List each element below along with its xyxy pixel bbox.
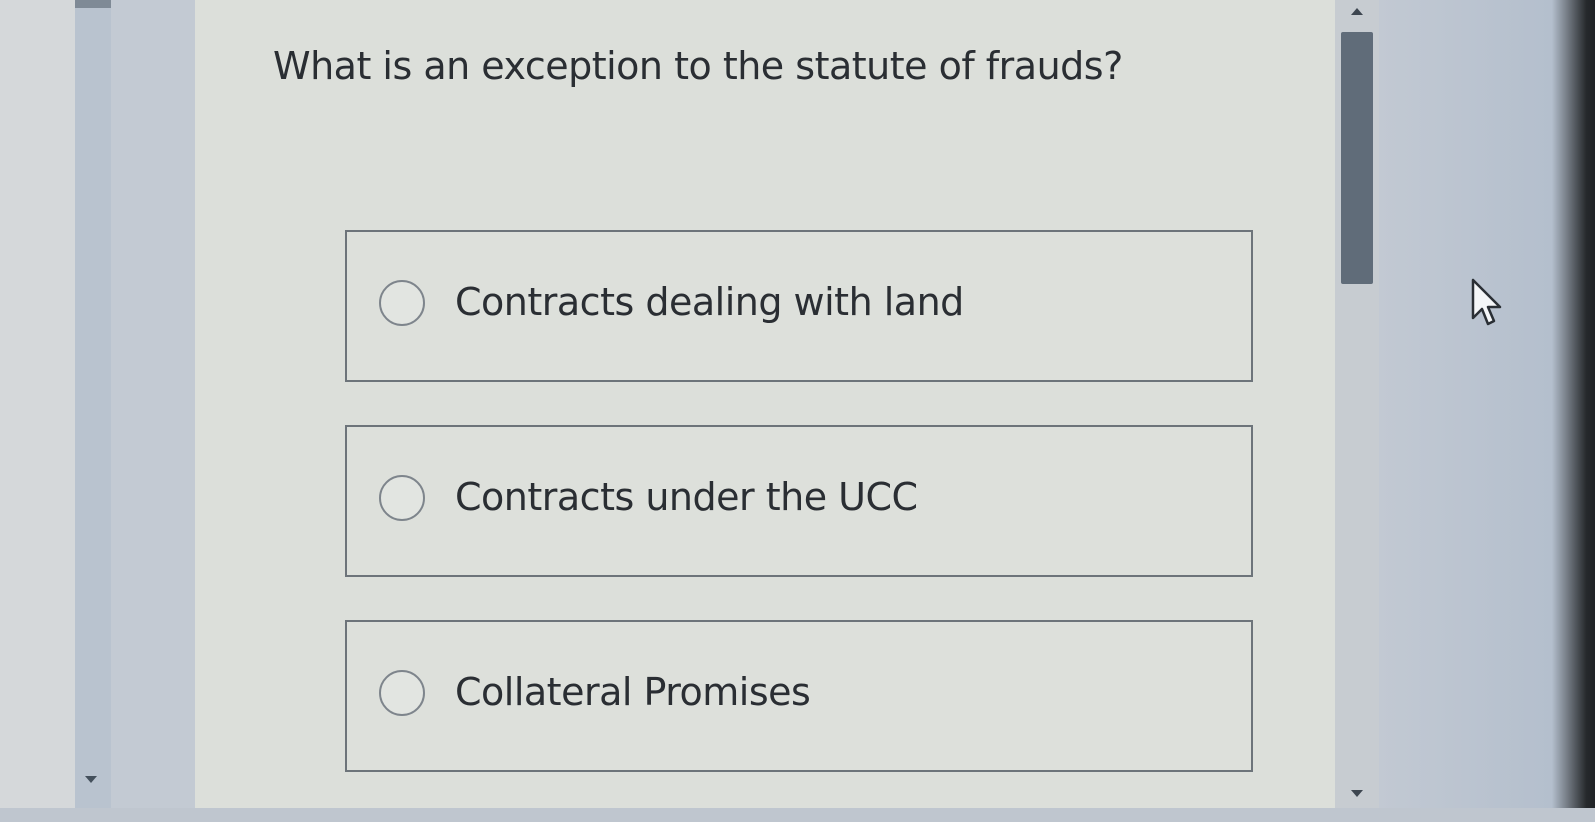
- radio-button-icon[interactable]: [379, 670, 425, 716]
- quiz-content: What is an exception to the statute of f…: [195, 0, 1335, 808]
- mouse-pointer-icon: [1471, 278, 1502, 326]
- answer-label: Contracts under the UCC: [455, 475, 918, 519]
- scroll-thumb[interactable]: [1341, 32, 1373, 284]
- chevron-down-icon[interactable]: [1351, 790, 1363, 797]
- answer-label: Collateral Promises: [455, 670, 811, 714]
- answer-option-ucc[interactable]: Contracts under the UCC: [345, 425, 1253, 577]
- chevron-up-icon[interactable]: [1351, 8, 1363, 15]
- left-pane-scrollbar[interactable]: [75, 0, 111, 822]
- content-scrollbar[interactable]: [1335, 0, 1379, 808]
- answer-label: Contracts dealing with land: [455, 280, 964, 324]
- answer-option-collateral[interactable]: Collateral Promises: [345, 620, 1253, 772]
- bottom-edge: [0, 808, 1595, 822]
- left-pane-top-tab: [75, 0, 111, 8]
- left-panel: [111, 0, 195, 822]
- answer-option-land[interactable]: Contracts dealing with land: [345, 230, 1253, 382]
- left-pane-scroll-down-icon[interactable]: [85, 776, 97, 783]
- question-text: What is an exception to the statute of f…: [273, 44, 1123, 88]
- left-gutter: [0, 0, 75, 822]
- right-background: [1379, 0, 1595, 822]
- radio-button-icon[interactable]: [379, 280, 425, 326]
- radio-button-icon[interactable]: [379, 475, 425, 521]
- screen: What is an exception to the statute of f…: [0, 0, 1595, 822]
